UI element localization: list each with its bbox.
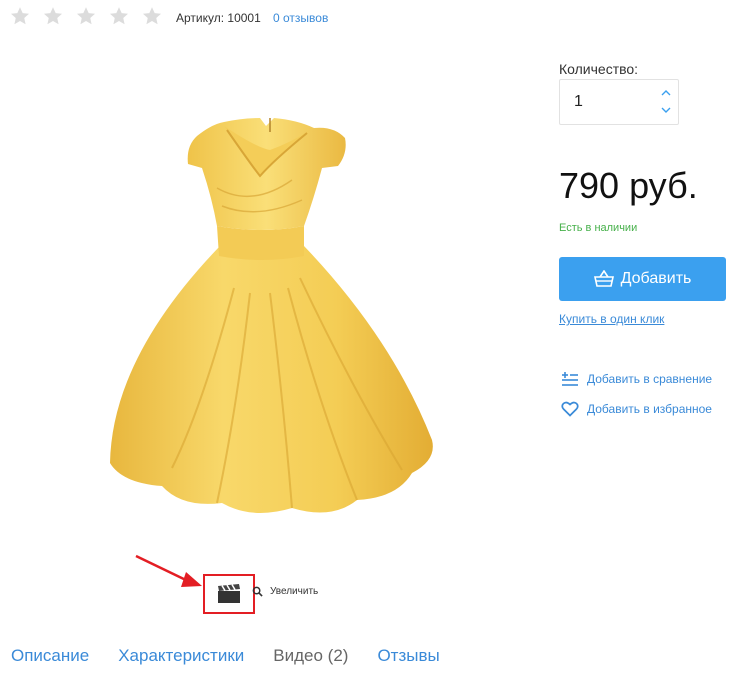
video-thumbnail[interactable] xyxy=(203,574,255,614)
magnifier-icon xyxy=(252,586,263,597)
clapperboard-icon xyxy=(218,584,240,603)
tab-specs[interactable]: Характеристики xyxy=(118,646,244,666)
quantity-value[interactable]: 1 xyxy=(574,93,583,111)
product-tabs: Описание Характеристики Видео (2) Отзывы xyxy=(11,646,469,666)
price: 790 руб. xyxy=(559,165,698,206)
favorites-label: Добавить в избранное xyxy=(587,402,712,416)
star-icon[interactable] xyxy=(10,6,30,26)
buy-one-click-link[interactable]: Купить в один клик xyxy=(559,312,664,326)
star-icon[interactable] xyxy=(43,6,63,26)
tab-reviews[interactable]: Отзывы xyxy=(377,646,439,666)
add-to-compare-link[interactable]: Добавить в сравнение xyxy=(561,371,712,387)
add-to-favorites-link[interactable]: Добавить в избранное xyxy=(561,401,712,417)
zoom-label: Увеличить xyxy=(270,586,319,597)
compare-label: Добавить в сравнение xyxy=(587,372,713,386)
quantity-stepper[interactable]: 1 xyxy=(559,79,679,125)
chevron-up-icon[interactable] xyxy=(660,87,672,99)
basket-icon xyxy=(593,270,614,287)
sku-label: Артикул: 10001 xyxy=(176,11,261,25)
arrow-annotation-icon xyxy=(135,554,202,587)
zoom-link[interactable]: Увеличить xyxy=(252,586,318,597)
product-image[interactable] xyxy=(52,108,482,540)
star-icon[interactable] xyxy=(142,6,162,26)
add-to-cart-label: Добавить xyxy=(620,270,692,287)
chevron-down-icon[interactable] xyxy=(660,104,672,116)
quantity-label: Количество: xyxy=(559,61,639,77)
heart-icon xyxy=(561,401,579,417)
compare-icon xyxy=(562,372,578,386)
tab-video[interactable]: Видео (2) xyxy=(273,646,348,666)
reviews-link[interactable]: 0 отзывов xyxy=(273,11,328,25)
rating-stars[interactable] xyxy=(10,6,175,26)
star-icon[interactable] xyxy=(76,6,96,26)
add-to-cart-button[interactable]: Добавить xyxy=(559,257,726,301)
stock-status: Есть в наличии xyxy=(559,222,638,234)
star-icon[interactable] xyxy=(109,6,129,26)
tab-description[interactable]: Описание xyxy=(11,646,89,666)
